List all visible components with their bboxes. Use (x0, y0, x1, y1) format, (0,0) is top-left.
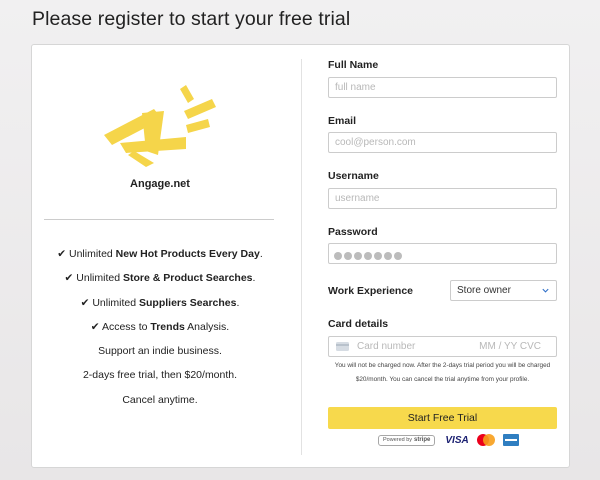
feature-item: Cancel anytime. (122, 393, 198, 406)
password-mask (334, 249, 402, 262)
divider (44, 219, 274, 220)
feature-list: ✔ Unlimited New Hot Products Every Day. … (32, 247, 288, 417)
powered-by-stripe-badge: Powered by stripe (378, 434, 436, 446)
megaphone-logo-icon (104, 85, 216, 167)
password-dot (384, 251, 392, 260)
feature-item: ✔ Unlimited Store & Product Searches. (64, 272, 256, 285)
feature-item: ✔ Access to Trends Analysis. (90, 320, 230, 333)
start-free-trial-button[interactable]: Start Free Trial (328, 407, 557, 429)
feature-item: 2-days free trial, then $20/month. (82, 369, 238, 382)
password-dot (394, 251, 402, 260)
mastercard-icon (476, 434, 495, 446)
page-title: Please register to start your free trial (32, 8, 351, 30)
brand-name: Angage.net (130, 178, 190, 190)
card-number-placeholder: Card number (357, 341, 416, 352)
vertical-divider (301, 59, 302, 455)
full-name-label: Full Name (328, 59, 379, 71)
card-number-input[interactable]: Card number MM / YY CVC (328, 336, 557, 357)
work-experience-label: Work Experience (328, 285, 414, 297)
credit-card-icon (336, 342, 349, 351)
check-icon: ✔ (57, 248, 67, 260)
feature-item: ✔ Unlimited New Hot Products Every Day. (57, 248, 263, 260)
email-label: Email (328, 115, 357, 127)
password-dot (354, 251, 362, 260)
charge-note-line2: $20/month. You can cancel the trial anyt… (355, 376, 530, 383)
work-experience-value: Store owner (457, 285, 511, 296)
password-dot (374, 251, 382, 260)
password-label: Password (328, 226, 378, 238)
username-label: Username (328, 170, 379, 182)
visa-logo: VISA (445, 434, 469, 446)
registration-card: Angage.net ✔ Unlimited New Hot Products … (31, 44, 570, 468)
chevron-down-icon (542, 288, 549, 293)
feature-item: Support an indie business. (98, 345, 222, 358)
password-dot (344, 251, 352, 260)
card-details-label: Card details (328, 318, 389, 330)
password-dot (334, 251, 342, 260)
work-experience-select[interactable]: Store owner (450, 280, 557, 301)
payment-badges: Powered by stripe VISA (378, 433, 519, 447)
feature-item: ✔ Unlimited Suppliers Searches. (80, 296, 240, 309)
username-input[interactable] (328, 188, 557, 209)
info-panel: Angage.net ✔ Unlimited New Hot Products … (32, 45, 302, 467)
full-name-input[interactable] (328, 77, 557, 98)
amex-icon (502, 434, 519, 446)
expiry-cvc-placeholder: MM / YY CVC (479, 341, 541, 352)
charge-note-line1: You will not be charged now. After the 2… (334, 362, 551, 369)
password-dot (364, 251, 372, 260)
check-icon: ✔ (90, 320, 100, 333)
email-input[interactable] (328, 132, 557, 153)
